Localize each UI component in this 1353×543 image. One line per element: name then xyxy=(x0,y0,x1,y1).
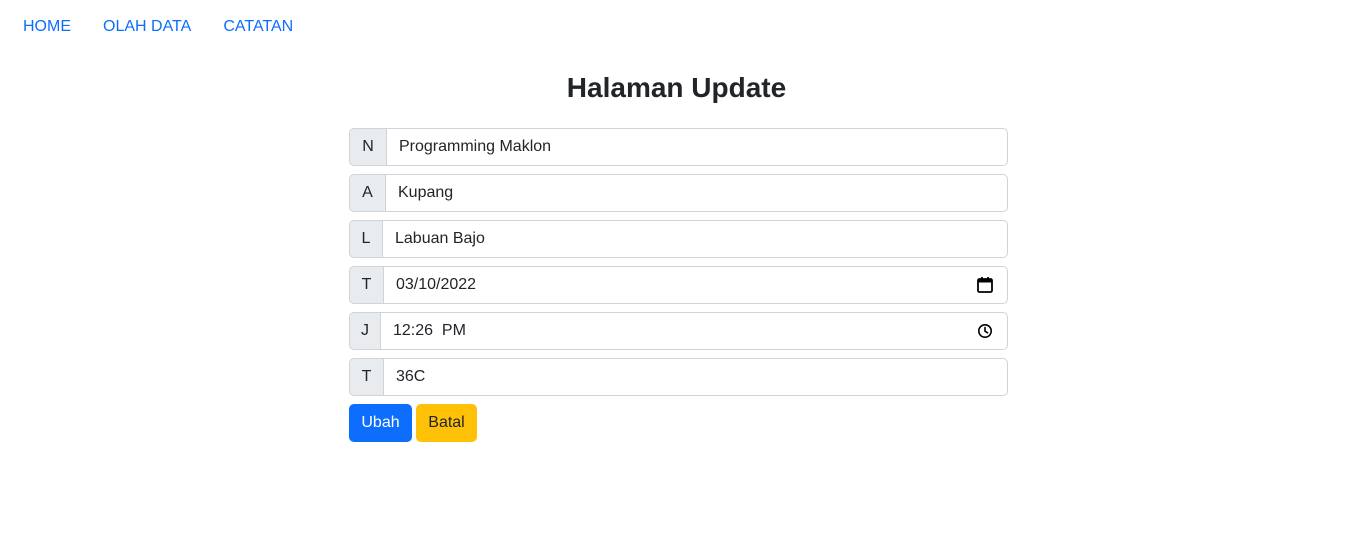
calendar-icon[interactable] xyxy=(975,275,995,295)
jam-input-value: 12:26 PM xyxy=(393,322,466,339)
input-addon-label: T xyxy=(349,266,383,304)
ubah-button[interactable]: Ubah xyxy=(349,404,412,442)
nav-link-catatan[interactable]: CATATAN xyxy=(223,17,293,37)
nama-input-value: Programming Maklon xyxy=(399,138,552,155)
tanggal-input[interactable]: 03/10/2022 xyxy=(383,266,1008,304)
input-group-nama: N Programming Maklon xyxy=(349,128,1008,166)
clock-icon[interactable] xyxy=(975,321,995,341)
asal-input-value: Kupang xyxy=(398,184,454,201)
asal-input[interactable]: Kupang xyxy=(385,174,1008,212)
input-addon-label: J xyxy=(349,312,380,350)
tanggal-input-value: 03/10/2022 xyxy=(396,276,477,293)
lokasi-input-value: Labuan Bajo xyxy=(395,230,485,247)
nav-link-home[interactable]: HOME xyxy=(23,17,71,37)
update-form: N Programming Maklon A Kupang L Labuan B… xyxy=(349,128,1008,442)
suhu-input-value: 36C xyxy=(396,368,426,385)
nav-link-olah-data[interactable]: OLAH DATA xyxy=(103,17,191,37)
input-group-jam: J 12:26 PM xyxy=(349,312,1008,350)
page-title: Halaman Update xyxy=(566,72,787,103)
nama-input[interactable]: Programming Maklon xyxy=(386,128,1008,166)
batal-button[interactable]: Batal xyxy=(416,404,477,442)
input-addon-label: L xyxy=(349,220,382,258)
suhu-input[interactable]: 36C xyxy=(383,358,1008,396)
input-group-lokasi: L Labuan Bajo xyxy=(349,220,1008,258)
top-nav: HOME OLAH DATA CATATAN xyxy=(0,0,325,54)
input-addon-label: A xyxy=(349,174,385,212)
input-group-asal: A Kupang xyxy=(349,174,1008,212)
input-group-tanggal: T 03/10/2022 xyxy=(349,266,1008,304)
input-addon-label: T xyxy=(349,358,383,396)
input-addon-label: N xyxy=(349,128,386,166)
jam-input[interactable]: 12:26 PM xyxy=(380,312,1008,350)
input-group-suhu: T 36C xyxy=(349,358,1008,396)
form-actions: Ubah Batal xyxy=(349,404,1008,442)
lokasi-input[interactable]: Labuan Bajo xyxy=(382,220,1008,258)
